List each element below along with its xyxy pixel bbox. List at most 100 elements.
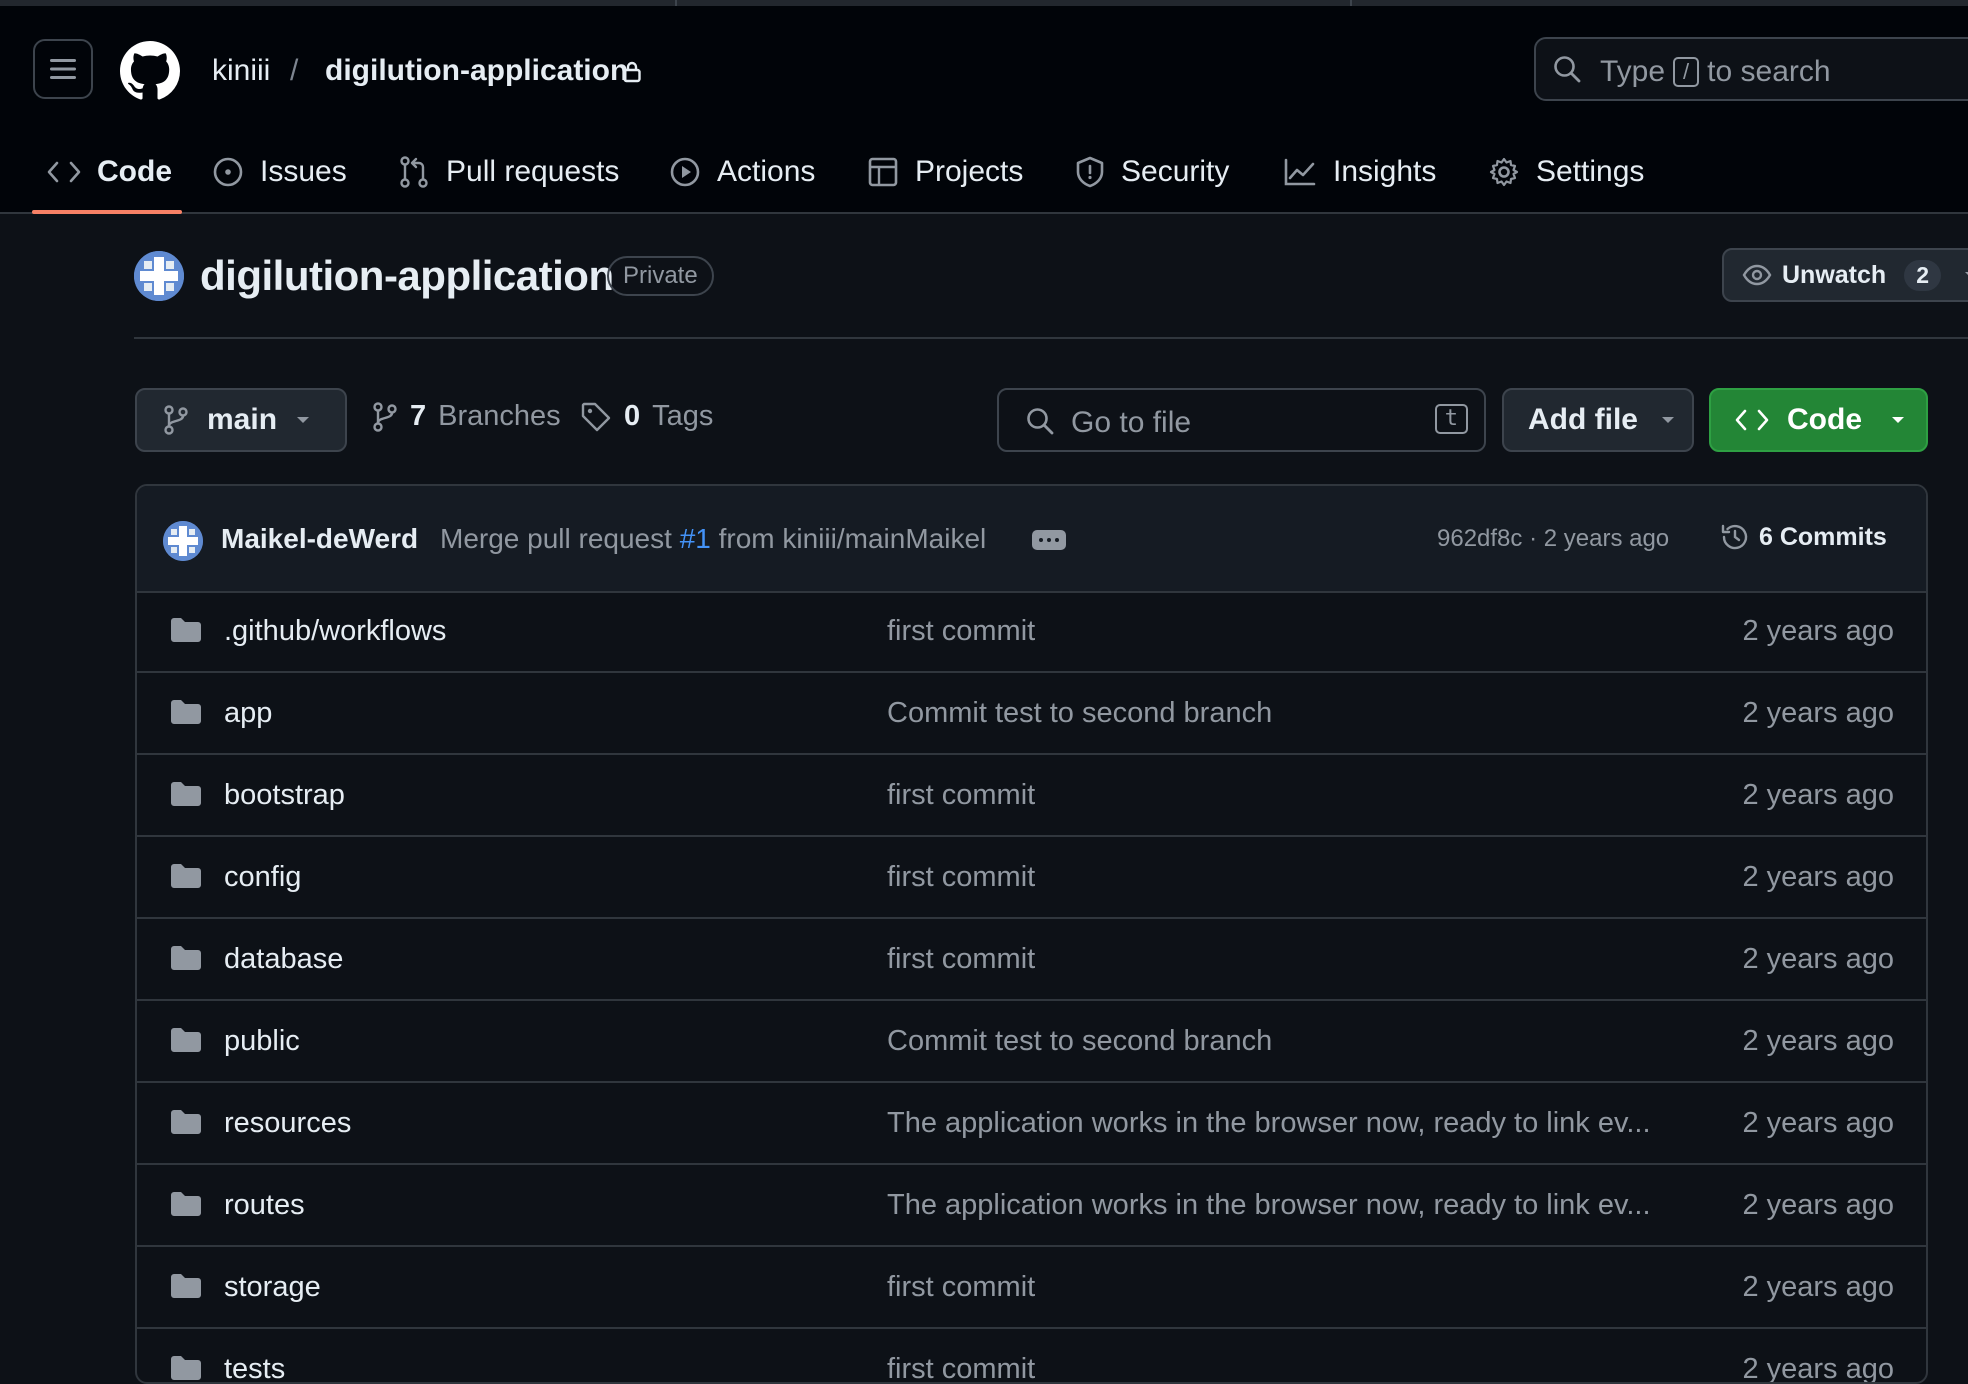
breadcrumb-owner[interactable]: kiniii xyxy=(212,54,270,88)
tab-insights[interactable]: Insights xyxy=(1283,150,1436,194)
file-commit-message-link[interactable]: The application works in the browser now… xyxy=(887,1107,1651,1140)
add-file-button[interactable]: Add file xyxy=(1502,388,1694,452)
tags-count: 0 xyxy=(624,400,641,432)
branch-selector-button[interactable]: main xyxy=(135,388,347,452)
folder-icon xyxy=(171,782,201,806)
tab-label: Security xyxy=(1121,155,1230,188)
file-commit-time: 2 years ago xyxy=(1742,697,1894,729)
tab-label: Issues xyxy=(260,155,347,188)
tab-settings[interactable]: Settings xyxy=(1488,150,1644,194)
search-icon xyxy=(1027,408,1054,435)
folder-icon xyxy=(171,700,201,724)
file-commit-time: 2 years ago xyxy=(1742,615,1894,647)
table-row[interactable]: routes The application works in the brows… xyxy=(137,1165,1926,1247)
chevron-down-icon xyxy=(297,417,310,423)
tab-label: Pull requests xyxy=(446,155,620,188)
branch-name: main xyxy=(207,403,278,436)
tab-projects[interactable]: Projects xyxy=(867,150,1023,194)
unwatch-label: Unwatch xyxy=(1782,260,1887,289)
file-commit-message-link[interactable]: Commit test to second branch xyxy=(887,697,1272,730)
menu-button[interactable] xyxy=(33,39,93,99)
file-commit-message-link[interactable]: first commit xyxy=(887,943,1035,976)
file-commit-message-link[interactable]: first commit xyxy=(887,1271,1035,1304)
code-button[interactable]: Code xyxy=(1709,388,1928,452)
tab-security[interactable]: Security xyxy=(1075,150,1229,194)
folder-icon xyxy=(171,946,201,970)
file-commit-time: 2 years ago xyxy=(1742,1271,1894,1303)
active-tab-underline xyxy=(32,210,182,214)
file-name-link[interactable]: public xyxy=(224,1025,300,1058)
branches-label: Branches xyxy=(438,400,561,432)
table-row[interactable]: config first commit 2 years ago xyxy=(137,837,1926,919)
table-row[interactable]: public Commit test to second branch 2 year… xyxy=(137,1001,1926,1083)
folder-icon-wrap xyxy=(169,1272,203,1300)
commit-message[interactable]: Merge pull request #1 from kiniii/mainMa… xyxy=(440,523,986,555)
chevron-down-icon xyxy=(1662,417,1674,423)
tab-code[interactable]: Code xyxy=(47,150,172,194)
tags-link[interactable]: 0 Tags xyxy=(580,400,713,433)
file-commit-time: 2 years ago xyxy=(1742,1107,1894,1139)
commits-history-link[interactable]: 6 Commits xyxy=(1719,521,1887,553)
tab-issues[interactable]: Issues xyxy=(212,150,347,194)
global-search-input[interactable]: Type / to search xyxy=(1534,37,1968,101)
visibility-badge: Private xyxy=(607,256,714,296)
file-commit-time: 2 years ago xyxy=(1742,1189,1894,1221)
file-name-link[interactable]: resources xyxy=(224,1107,351,1140)
tab-label: Projects xyxy=(915,155,1024,188)
code-button-label: Code xyxy=(1787,403,1862,436)
table-row[interactable]: app Commit test to second branch 2 years a… xyxy=(137,673,1926,755)
file-name-link[interactable]: tests xyxy=(224,1353,285,1382)
table-row[interactable]: database first commit 2 years ago xyxy=(137,919,1926,1001)
table-row[interactable]: bootstrap first commit 2 years ago xyxy=(137,755,1926,837)
avatar[interactable] xyxy=(163,521,203,561)
file-commit-message-link[interactable]: first commit xyxy=(887,779,1035,812)
issue-icon xyxy=(213,157,243,187)
folder-icon-wrap xyxy=(169,862,203,890)
file-name-link[interactable]: storage xyxy=(224,1271,321,1304)
file-commit-message-link[interactable]: first commit xyxy=(887,615,1035,648)
file-commit-message-link[interactable]: first commit xyxy=(887,861,1035,894)
play-icon xyxy=(670,157,700,187)
go-to-file-shortcut-key: t xyxy=(1434,404,1468,434)
table-row[interactable]: .github/workflows first commit 2 years ago xyxy=(137,591,1926,673)
table-row[interactable]: storage first commit 2 years ago xyxy=(137,1247,1926,1329)
file-commit-time: 2 years ago xyxy=(1742,861,1894,893)
file-commit-message-link[interactable]: The application works in the browser now… xyxy=(887,1189,1651,1222)
expand-commit-message-button[interactable] xyxy=(1032,530,1066,550)
branch-icon xyxy=(164,405,188,435)
file-commit-time: 2 years ago xyxy=(1742,779,1894,811)
folder-icon-wrap xyxy=(169,1354,203,1382)
tab-actions[interactable]: Actions xyxy=(669,150,815,194)
folder-icon xyxy=(171,1110,201,1134)
branches-link[interactable]: 7 Branches xyxy=(372,400,561,433)
tab-pull-requests[interactable]: Pull requests xyxy=(398,150,619,194)
file-name-link[interactable]: database xyxy=(224,943,343,976)
github-logo-icon[interactable] xyxy=(120,41,180,101)
file-name-link[interactable]: bootstrap xyxy=(224,779,345,812)
chevron-down-icon xyxy=(1964,272,1968,276)
tag-icon xyxy=(581,402,611,431)
file-name-link[interactable]: routes xyxy=(224,1189,305,1222)
unwatch-button[interactable]: Unwatch 2 xyxy=(1722,248,1968,302)
repo-title[interactable]: digilution-application xyxy=(200,252,614,300)
folder-icon xyxy=(171,1274,201,1298)
pull-request-link[interactable]: #1 xyxy=(680,523,711,554)
file-name-link[interactable]: app xyxy=(224,697,272,730)
commit-hash-time[interactable]: 962df8c · 2 years ago xyxy=(1437,525,1669,553)
folder-icon xyxy=(171,618,201,642)
commit-author[interactable]: Maikel-deWerd xyxy=(221,523,418,555)
repo-owner-avatar[interactable] xyxy=(134,251,184,301)
folder-icon xyxy=(171,1028,201,1052)
go-to-file-placeholder: Go to file xyxy=(1071,406,1192,439)
file-commit-message-link[interactable]: first commit xyxy=(887,1353,1035,1382)
file-name-link[interactable]: .github/workflows xyxy=(224,615,446,648)
search-prefix: Type xyxy=(1600,55,1666,88)
file-commit-time: 2 years ago xyxy=(1742,943,1894,975)
file-commit-message-link[interactable]: Commit test to second branch xyxy=(887,1025,1272,1058)
file-commit-time: 2 years ago xyxy=(1742,1353,1894,1384)
go-to-file-input[interactable]: Go to file t xyxy=(997,388,1486,452)
table-row[interactable]: resources The application works in the br… xyxy=(137,1083,1926,1165)
identicon xyxy=(134,251,184,301)
breadcrumb-repo[interactable]: digilution-application xyxy=(325,54,628,88)
file-name-link[interactable]: config xyxy=(224,861,301,894)
